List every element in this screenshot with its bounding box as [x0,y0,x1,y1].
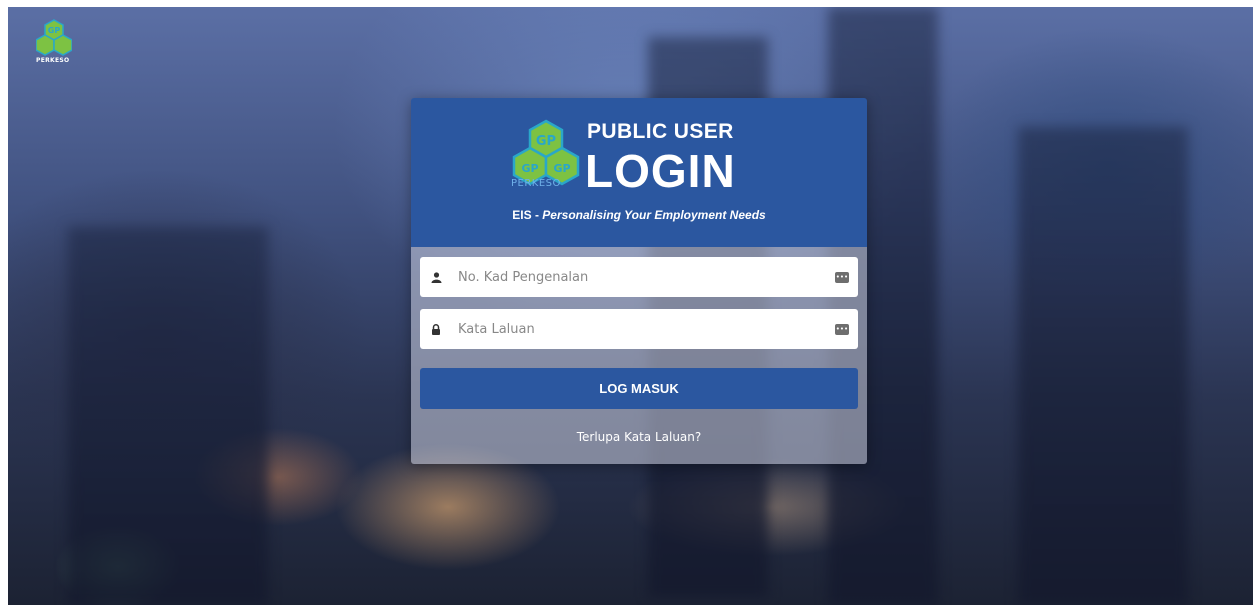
login-title: LOGIN [585,145,736,197]
tagline-prefix: EIS - [512,208,543,222]
perkeso-logo[interactable]: GP PERKESO [35,19,73,65]
background-building [1018,127,1188,605]
svg-text:GP: GP [553,162,570,175]
lock-icon [420,309,452,349]
login-button[interactable]: LOG MASUK [420,368,858,409]
login-subtitle: PUBLIC USER [587,120,734,143]
keyboard-icon[interactable]: ••• [835,271,849,283]
forgot-password-link[interactable]: Terlupa Kata Laluan? [411,430,867,444]
perkeso-logo-icon: GP [35,19,73,56]
svg-text:GP: GP [48,26,61,35]
keyboard-icon[interactable]: ••• [835,323,849,335]
password-input[interactable] [452,310,835,348]
login-form: ••• ••• LOG MASUK Terlupa Kata Laluan? [411,247,867,464]
id-number-input[interactable] [452,258,835,296]
background-building [68,227,268,605]
tagline-italic: Personalising Your Employment Needs [542,208,766,222]
perkeso-logo-text: PERKESO [36,57,70,64]
login-card: GP GP GP PERKESO PUBLIC USER LOGIN EIS -… [411,98,867,464]
login-card-header: GP GP GP PERKESO PUBLIC USER LOGIN EIS -… [411,98,867,247]
password-field: ••• [420,309,858,349]
id-field: ••• [420,257,858,297]
background: GP PERKESO GP GP GP PERKESO PUBLIC USER … [8,7,1253,605]
user-icon [420,257,452,297]
svg-text:GP: GP [521,162,538,175]
svg-text:GP: GP [536,134,556,149]
perkeso-card-logo-text: PERKESO [511,178,561,189]
tagline: EIS - Personalising Your Employment Need… [411,208,867,222]
